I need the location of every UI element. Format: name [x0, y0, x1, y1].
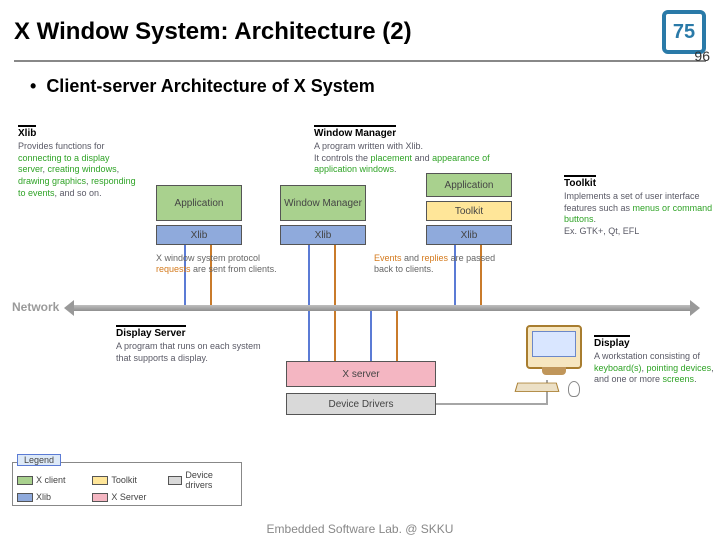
wm-header: Window Manager — [314, 125, 396, 139]
connector — [370, 311, 372, 361]
box-toolkit: Toolkit — [426, 201, 512, 221]
legend-title: Legend — [17, 454, 61, 466]
box-application-1: Application — [156, 185, 242, 221]
connector — [334, 245, 336, 305]
box-application-2: Application — [426, 173, 512, 197]
box-window-manager: Window Manager — [280, 185, 366, 221]
network-bus — [74, 305, 690, 311]
connector — [334, 311, 336, 361]
box-xlib-3: Xlib — [426, 225, 512, 245]
connector — [308, 245, 310, 305]
network-label: Network — [12, 300, 59, 314]
connector — [396, 311, 398, 361]
ds-desc: A program that runs on each system that … — [116, 341, 276, 364]
display-monitor-icon — [526, 325, 582, 369]
box-xlib-1: Xlib — [156, 225, 242, 245]
box-xserver: X server — [286, 361, 436, 387]
xlib-hl2: creating windows — [48, 164, 117, 174]
display-header: Display — [594, 335, 630, 349]
legend-box: Legend X client Toolkit Device drivers X… — [12, 462, 242, 506]
page-total: 96 — [694, 48, 710, 64]
slide-title: X Window System: Architecture (2) — [14, 18, 654, 46]
toolkit-header: Toolkit — [564, 175, 596, 189]
bullet-heading: Client-server Architecture of X System — [0, 62, 720, 103]
xlib-header: Xlib — [18, 125, 36, 139]
mouse-icon — [568, 381, 580, 397]
connector — [308, 311, 310, 361]
connector — [436, 403, 546, 405]
architecture-diagram: Xlib Provides functions for connecting t… — [6, 125, 714, 510]
box-xlib-2: Xlib — [280, 225, 366, 245]
box-device-drivers: Device Drivers — [286, 393, 436, 415]
keyboard-icon — [516, 381, 558, 393]
xlib-desc: Provides functions for — [18, 141, 105, 151]
xlib-hl3: drawing graphics — [18, 176, 86, 186]
ds-header: Display Server — [116, 325, 186, 339]
slide-footer: Embedded Software Lab. @ SKKU — [0, 522, 720, 536]
